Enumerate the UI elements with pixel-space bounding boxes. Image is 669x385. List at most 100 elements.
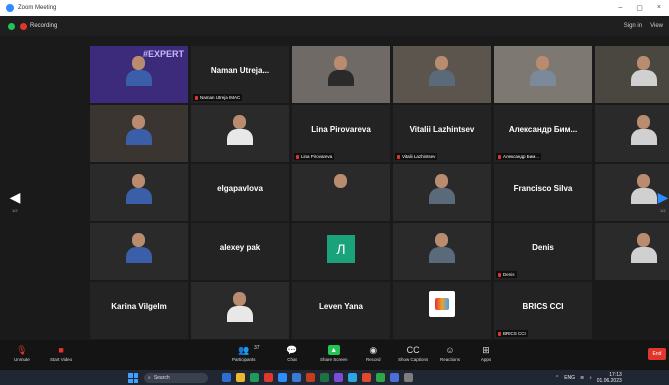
participant-tile[interactable]: Naman Utreja... Naman Utreja IMAC xyxy=(191,46,289,103)
share-screen-icon: ▲ xyxy=(327,345,340,355)
view-button[interactable]: View xyxy=(650,23,663,29)
participant-tile[interactable] xyxy=(595,223,669,280)
participant-tile[interactable]: Л xyxy=(292,223,390,280)
sign-in-link[interactable]: Sign in xyxy=(624,23,642,29)
participant-video xyxy=(393,223,491,280)
show-captions-button[interactable]: CC Show Captions xyxy=(398,345,428,362)
participant-image xyxy=(427,52,457,86)
participant-image xyxy=(124,170,154,204)
participant-name-text: Lina Pirovareva xyxy=(301,154,333,159)
file-explorer-icon[interactable] xyxy=(222,373,231,382)
microphone-muted-icon xyxy=(498,272,501,277)
end-meeting-button[interactable]: End xyxy=(648,348,666,360)
participant-tile[interactable] xyxy=(393,46,491,103)
participant-tile[interactable]: Leven Yana xyxy=(292,282,390,339)
microphone-muted-icon xyxy=(498,331,501,336)
banner-text: #EXPERT xyxy=(142,49,184,59)
close-button[interactable]: × xyxy=(657,4,661,12)
participant-tile[interactable]: Александр Бим... Александр Бим... xyxy=(494,105,592,162)
participant-tile[interactable] xyxy=(292,46,390,103)
powerpoint-icon[interactable] xyxy=(306,373,315,382)
unmute-button[interactable]: 🎙 Unmute xyxy=(14,345,30,363)
participant-tile[interactable]: alexey pak xyxy=(191,223,289,280)
share-screen-button[interactable]: ▲ Share Screen xyxy=(320,345,348,362)
windows-start-icon[interactable] xyxy=(128,373,138,383)
participant-name-text: BRICS CCI xyxy=(503,331,526,336)
start-video-button[interactable]: ■ Start Video xyxy=(50,345,72,362)
next-page-number: 1/2 xyxy=(660,208,666,213)
participant-name-text: Denis xyxy=(503,272,515,277)
participant-body xyxy=(429,70,455,86)
next-page-arrow-icon[interactable]: ▶ xyxy=(658,186,669,208)
excel-icon[interactable] xyxy=(320,373,329,382)
record-button[interactable]: ◉ Record xyxy=(366,345,381,363)
settings-app-icon[interactable] xyxy=(390,373,399,382)
participant-tile[interactable] xyxy=(393,282,491,339)
language-indicator[interactable]: ENG xyxy=(564,375,575,381)
folder-icon[interactable] xyxy=(236,373,245,382)
maximize-button[interactable]: ▢ xyxy=(636,4,643,12)
record-label: Record xyxy=(366,357,381,362)
participant-tile[interactable] xyxy=(494,46,592,103)
tray-chevron-icon[interactable]: ⌃ xyxy=(555,375,559,381)
reactions-label: Reactions xyxy=(440,357,461,362)
volume-icon[interactable]: ♪ xyxy=(589,375,592,381)
participant-tile[interactable] xyxy=(292,164,390,221)
security-shield-icon[interactable] xyxy=(8,22,15,30)
misc-app-icon[interactable] xyxy=(404,373,413,382)
participant-tile[interactable] xyxy=(90,164,188,221)
word-icon[interactable] xyxy=(292,373,301,382)
participant-tile[interactable]: BRICS CCI BRICS CCI xyxy=(494,282,592,339)
participant-tile[interactable] xyxy=(191,282,289,339)
participant-video xyxy=(90,164,188,221)
apps-button[interactable]: ⊞ Apps xyxy=(480,345,492,363)
participant-body xyxy=(328,188,354,204)
opera-icon[interactable] xyxy=(264,373,273,382)
participant-body xyxy=(631,129,657,145)
yandex-icon[interactable] xyxy=(362,373,371,382)
participant-display-name: alexey pak xyxy=(219,243,261,252)
participant-tile[interactable] xyxy=(595,105,669,162)
previous-page-arrow-icon[interactable]: ◀ xyxy=(10,186,21,208)
taskbar-search[interactable]: ⌕ Search xyxy=(144,373,208,383)
teams-icon[interactable] xyxy=(334,373,343,382)
telegram-icon[interactable] xyxy=(348,373,357,382)
participant-tile[interactable] xyxy=(595,46,669,103)
minimize-button[interactable]: – xyxy=(618,4,622,12)
participant-tile[interactable] xyxy=(393,223,491,280)
participants-button[interactable]: 👥 Participants xyxy=(232,345,256,363)
participant-head xyxy=(435,233,448,247)
participant-display-name: Denis xyxy=(532,243,554,252)
camera-off-icon: ■ xyxy=(58,345,64,355)
chrome-icon[interactable] xyxy=(250,373,259,382)
recording-indicator-icon xyxy=(20,22,27,30)
participant-video xyxy=(191,105,289,162)
microphone-muted-icon xyxy=(296,154,299,159)
participant-tile[interactable]: Denis Denis xyxy=(494,223,592,280)
participant-head xyxy=(435,174,448,188)
participant-tile[interactable] xyxy=(90,223,188,280)
participant-tile[interactable] xyxy=(393,164,491,221)
participant-tile[interactable]: elgapavlova xyxy=(191,164,289,221)
whatsapp-icon[interactable] xyxy=(376,373,385,382)
unmute-label: Unmute xyxy=(14,357,30,362)
chat-bubble-icon: 💬 xyxy=(286,344,298,355)
participant-tile[interactable]: Vitalii Lazhintsev Vitalii Lazhintsev xyxy=(393,105,491,162)
participant-image xyxy=(629,52,659,86)
clock[interactable]: 17:13 01.06.2023 xyxy=(597,372,622,384)
zoom-app-icon[interactable] xyxy=(278,373,287,382)
wifi-icon[interactable]: ≋ xyxy=(580,375,584,381)
participant-video xyxy=(292,164,390,221)
window-title: Zoom Meeting xyxy=(18,5,57,11)
participant-tile[interactable]: Lina Pirovareva Lina Pirovareva xyxy=(292,105,390,162)
clock-date: 01.06.2023 xyxy=(596,378,622,384)
participant-tile[interactable] xyxy=(90,105,188,162)
participant-video xyxy=(90,223,188,280)
reactions-button[interactable]: ☺ Reactions xyxy=(440,345,460,362)
participant-tile[interactable]: Karina Vilgelm xyxy=(90,282,188,339)
participant-tile[interactable]: #EXPERT xyxy=(90,46,188,103)
participant-tile[interactable]: Francisco Silva xyxy=(494,164,592,221)
chat-button[interactable]: 💬 Chat xyxy=(286,344,298,363)
microphone-muted-icon xyxy=(397,154,400,159)
participant-tile[interactable] xyxy=(191,105,289,162)
